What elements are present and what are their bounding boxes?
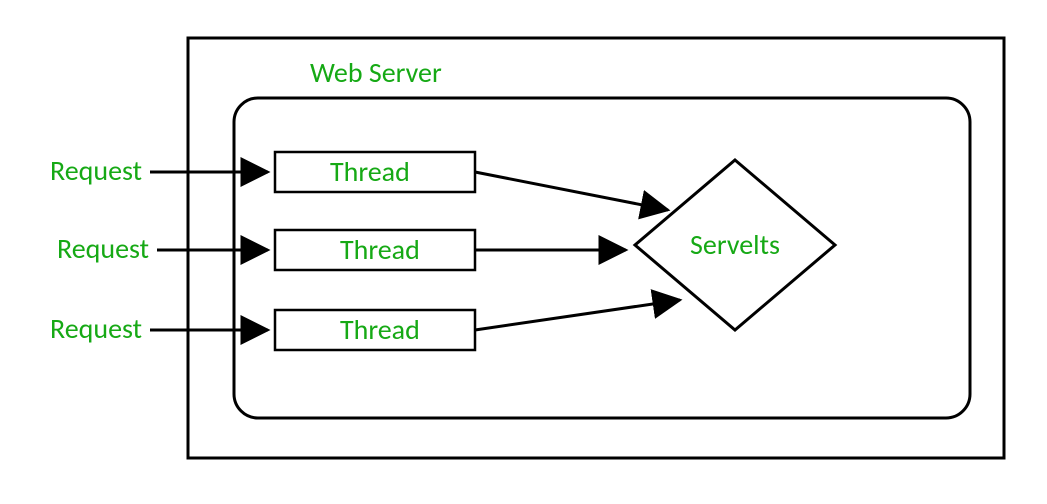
thread-label-3: Thread: [340, 312, 420, 347]
thread-arrow-3: [475, 300, 680, 330]
thread-label-2: Thread: [340, 232, 420, 267]
web-server-title: Web Server: [310, 55, 442, 90]
thread-label-1: Thread: [330, 154, 410, 189]
servlets-label: Servelts: [690, 227, 780, 262]
request-label-2: Request: [57, 231, 149, 266]
request-label-3: Request: [50, 311, 142, 346]
servlets-node: Servelts: [635, 160, 835, 330]
request-label-1: Request: [50, 153, 142, 188]
thread-arrow-1: [475, 172, 668, 210]
diagram-svg: Web Server Servelts Request Thread Reque…: [0, 0, 1047, 504]
diagram-stage: Web Server Servelts Request Thread Reque…: [0, 0, 1047, 504]
